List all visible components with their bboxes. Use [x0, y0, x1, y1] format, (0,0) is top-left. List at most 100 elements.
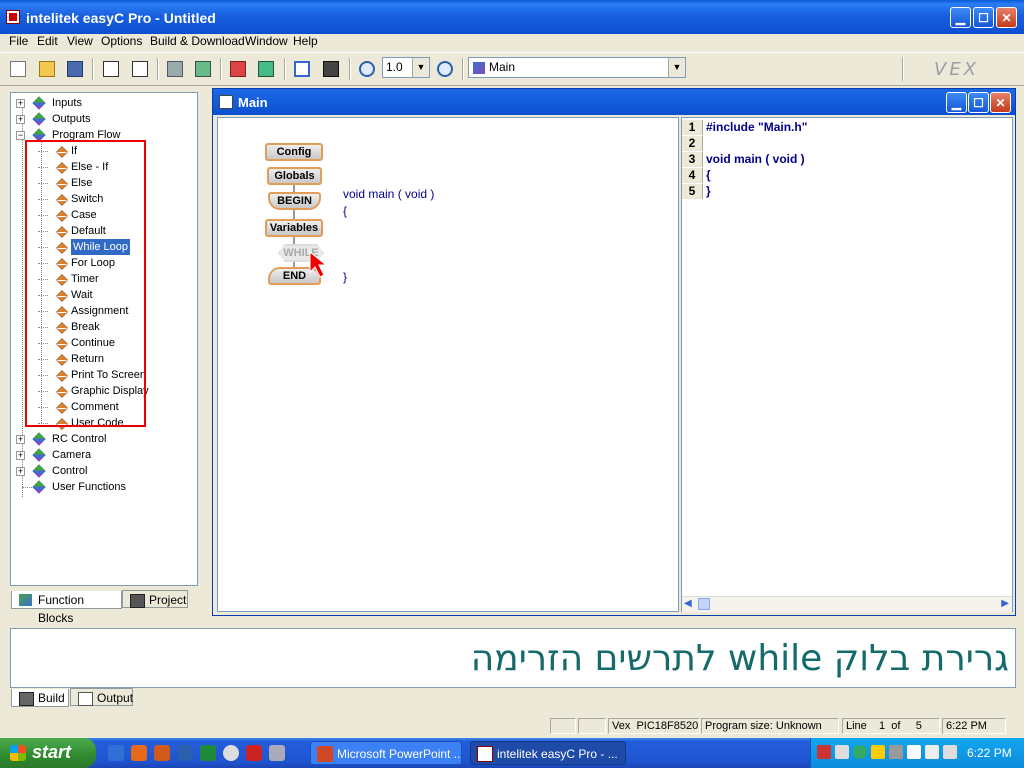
- function-select[interactable]: Main ▼: [468, 57, 686, 78]
- main-window-title-bar[interactable]: Main ▁ ☐ ✕: [213, 89, 1015, 115]
- settings-quicklaunch-icon[interactable]: [269, 745, 285, 761]
- source-code-view[interactable]: 1 #include "Main.h" 2 3 void main ( void ) 4{…: [681, 117, 1013, 612]
- config-button[interactable]: [164, 58, 186, 80]
- tree-item-user-functions[interactable]: User Functions: [11, 479, 197, 495]
- zoom-in-button[interactable]: [356, 58, 378, 80]
- tree-item-label: Camera: [52, 449, 92, 461]
- menu-edit[interactable]: Edit: [37, 34, 58, 48]
- category-icon: [32, 112, 46, 126]
- project-icon: [130, 594, 145, 608]
- word-quicklaunch-icon[interactable]: [177, 745, 193, 761]
- menu-file[interactable]: File: [9, 34, 28, 48]
- expand-icon[interactable]: +: [16, 467, 25, 476]
- security-icon[interactable]: [925, 745, 939, 759]
- tab-function-blocks[interactable]: Function Blocks: [11, 591, 122, 625]
- horizontal-scrollbar[interactable]: ◀ ▶: [682, 596, 1012, 612]
- globals-block[interactable]: Globals: [267, 167, 322, 185]
- tree-item-rc-control[interactable]: + RC Control: [11, 431, 197, 447]
- debug-button[interactable]: [192, 58, 214, 80]
- new-file-button[interactable]: [7, 58, 29, 80]
- view-flowchart-button[interactable]: [100, 58, 122, 80]
- menu-help[interactable]: Help: [293, 34, 318, 48]
- source-line[interactable]: void main ( void ): [706, 152, 805, 167]
- mdi-maximize-button[interactable]: ☐: [968, 92, 989, 113]
- firefox-quicklaunch-icon[interactable]: [131, 745, 147, 761]
- task-powerpoint[interactable]: Microsoft PowerPoint ...: [310, 741, 462, 765]
- taskbar: start Microsoft PowerPoint ... intelitek…: [0, 738, 1024, 768]
- tree-item-label: Control: [52, 465, 88, 477]
- terminal-button[interactable]: [291, 58, 313, 80]
- chevron-down-icon[interactable]: ▼: [668, 58, 685, 77]
- begin-block[interactable]: BEGIN: [268, 192, 321, 210]
- menu-view[interactable]: View: [67, 34, 93, 48]
- menu-build-download[interactable]: Build & Download: [150, 34, 245, 48]
- line-number: 3: [682, 152, 703, 167]
- mdi-minimize-button[interactable]: ▁: [946, 92, 967, 113]
- flowchart-canvas[interactable]: Config Globals BEGIN Variables WHILE END…: [217, 117, 679, 612]
- scroll-right-icon[interactable]: ▶: [1001, 598, 1009, 609]
- start-button[interactable]: start: [0, 738, 96, 768]
- outlook-quicklaunch-icon[interactable]: [154, 745, 170, 761]
- app-quicklaunch-icon[interactable]: [246, 745, 262, 761]
- sound-icon[interactable]: [835, 745, 849, 759]
- menu-options[interactable]: Options: [101, 34, 142, 48]
- media-quicklaunch-icon[interactable]: [223, 745, 239, 761]
- line-number: 1: [682, 120, 703, 135]
- tab-build[interactable]: Build: [11, 689, 69, 707]
- build-output-panel: גרירת בלוק while לתרשים הזרימה: [10, 628, 1016, 688]
- zoom-out-button[interactable]: [434, 58, 456, 80]
- tree-item-outputs[interactable]: + Outputs: [11, 111, 197, 127]
- category-icon: [32, 448, 46, 462]
- output-tab-icon: [78, 692, 93, 706]
- task-label: intelitek easyC Pro - ...: [497, 747, 618, 761]
- menu-window[interactable]: Window: [245, 34, 288, 48]
- task-easyc[interactable]: intelitek easyC Pro - ...: [470, 741, 626, 765]
- expand-icon[interactable]: +: [16, 99, 25, 108]
- device-icon[interactable]: [889, 745, 903, 759]
- open-file-button[interactable]: [36, 58, 58, 80]
- usb-icon[interactable]: [907, 745, 921, 759]
- sync-icon[interactable]: [853, 745, 867, 759]
- close-button[interactable]: ✕: [996, 7, 1017, 28]
- status-target: Vex PIC18F8520: [608, 718, 700, 734]
- title-bar[interactable]: intelitek easyC Pro - Untitled ▁ ☐ ✕: [0, 0, 1024, 34]
- tab-project[interactable]: Project: [122, 590, 188, 608]
- tree-item-camera[interactable]: + Camera: [11, 447, 197, 463]
- build-button[interactable]: [227, 58, 249, 80]
- config-block[interactable]: Config: [265, 143, 323, 161]
- printer-icon: [323, 61, 339, 77]
- tree-item-inputs[interactable]: + Inputs: [11, 95, 197, 111]
- main-window[interactable]: Main ▁ ☐ ✕ Config Globals BEGIN Variable…: [212, 88, 1016, 616]
- tree-item-control[interactable]: + Control: [11, 463, 197, 479]
- source-line[interactable]: {: [706, 168, 711, 183]
- status-pane-empty: [550, 718, 576, 734]
- minimize-button[interactable]: ▁: [950, 7, 971, 28]
- source-line[interactable]: }: [706, 184, 711, 199]
- flow-signature: void main ( void ): [343, 187, 435, 201]
- excel-quicklaunch-icon[interactable]: [200, 745, 216, 761]
- zoom-level-select[interactable]: 1.0 ▼: [382, 57, 430, 78]
- chevron-down-icon[interactable]: ▼: [412, 58, 429, 77]
- download-button[interactable]: [255, 58, 277, 80]
- messenger-icon[interactable]: [943, 745, 957, 759]
- save-button[interactable]: [64, 58, 86, 80]
- ie-quicklaunch-icon[interactable]: [108, 745, 124, 761]
- mdi-close-button[interactable]: ✕: [990, 92, 1011, 113]
- tab-output[interactable]: Output: [70, 688, 133, 706]
- source-line[interactable]: #include "Main.h": [706, 120, 807, 135]
- flow-close-brace: }: [343, 270, 348, 284]
- view-source-button[interactable]: [129, 58, 151, 80]
- warning-icon[interactable]: [871, 745, 885, 759]
- expand-icon[interactable]: +: [16, 451, 25, 460]
- collapse-icon[interactable]: −: [16, 131, 25, 140]
- scroll-left-icon[interactable]: ◀: [684, 598, 692, 609]
- maximize-button[interactable]: ☐: [973, 7, 994, 28]
- expand-icon[interactable]: +: [16, 435, 25, 444]
- app-icon[interactable]: [6, 10, 20, 24]
- vex-logo: VEX: [934, 59, 980, 80]
- expand-icon[interactable]: +: [16, 115, 25, 124]
- print-button[interactable]: [320, 58, 342, 80]
- scroll-thumb[interactable]: [698, 598, 710, 610]
- variables-block[interactable]: Variables: [265, 219, 323, 237]
- network-icon[interactable]: [817, 745, 831, 759]
